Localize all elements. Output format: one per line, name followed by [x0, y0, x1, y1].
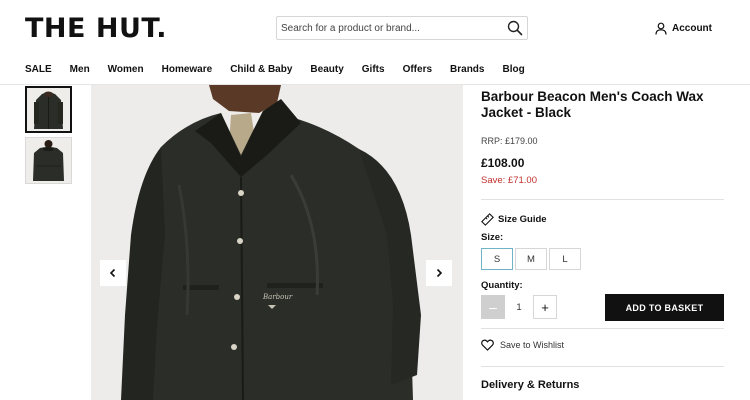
- svg-text:Barbour: Barbour: [262, 293, 293, 301]
- nav-item-sale[interactable]: SALE: [25, 64, 52, 78]
- size-option-l[interactable]: L: [549, 248, 581, 270]
- jacket-back-thumbnail-image: [26, 138, 71, 183]
- quantity-label: Quantity:: [481, 280, 523, 291]
- product-title: Barbour Beacon Men's Coach Wax Jacket - …: [481, 89, 704, 120]
- add-to-basket-button[interactable]: ADD TO BASKET: [605, 294, 724, 321]
- quantity-increase-button[interactable]: +: [533, 295, 557, 319]
- account-link[interactable]: Account: [655, 19, 712, 37]
- chevron-left-icon: [109, 268, 116, 278]
- wishlist-label: Save to Wishlist: [500, 340, 565, 350]
- site-logo[interactable]: THE HUT.: [25, 13, 167, 44]
- jacket-front-thumbnail-image: [27, 88, 70, 131]
- search-icon: [507, 20, 523, 36]
- search-bar: [276, 16, 528, 40]
- size-label: Size:: [481, 232, 504, 243]
- divider-bottom: [481, 366, 724, 367]
- heart-icon: [481, 339, 494, 351]
- nav-item-child-baby[interactable]: Child & Baby: [230, 64, 292, 78]
- previous-image-button[interactable]: [100, 260, 126, 286]
- account-label: Account: [672, 22, 712, 34]
- size-option-s[interactable]: S: [481, 248, 513, 270]
- save-amount: Save: £71.00: [481, 175, 537, 186]
- product-main-image: Barbour: [91, 85, 463, 400]
- product-info: Barbour Beacon Men's Coach Wax Jacket - …: [481, 89, 725, 121]
- nav-item-men[interactable]: Men: [70, 64, 90, 78]
- divider-mid: [481, 328, 724, 329]
- nav-item-beauty[interactable]: Beauty: [310, 64, 343, 78]
- size-guide-label: Size Guide: [498, 214, 547, 225]
- quantity-decrease-button[interactable]: –: [481, 295, 505, 319]
- next-image-button[interactable]: [426, 260, 452, 286]
- size-option-m[interactable]: M: [515, 248, 547, 270]
- divider-top: [481, 199, 724, 200]
- nav-item-gifts[interactable]: Gifts: [362, 64, 385, 78]
- nav-item-offers[interactable]: Offers: [403, 64, 432, 78]
- nav-item-homeware[interactable]: Homeware: [162, 64, 213, 78]
- nav-item-blog[interactable]: Blog: [502, 64, 524, 78]
- jacket-model-image: Barbour: [91, 85, 463, 400]
- thumbnail-2[interactable]: [25, 137, 72, 184]
- size-guide-link[interactable]: Size Guide: [481, 213, 547, 226]
- chevron-right-icon: [436, 268, 443, 278]
- ruler-icon: [481, 213, 494, 226]
- save-to-wishlist-link[interactable]: Save to Wishlist: [481, 339, 564, 351]
- search-button[interactable]: [506, 19, 524, 37]
- nav-item-women[interactable]: Women: [108, 64, 144, 78]
- thumbnail-1[interactable]: [25, 86, 72, 133]
- rrp-price: RRP: £179.00: [481, 136, 538, 146]
- search-input[interactable]: [281, 19, 501, 37]
- user-icon: [655, 22, 667, 35]
- current-price: £108.00: [481, 156, 525, 170]
- quantity-value[interactable]: 1: [508, 295, 530, 319]
- nav-item-brands[interactable]: Brands: [450, 64, 484, 78]
- delivery-returns-heading[interactable]: Delivery & Returns: [481, 379, 579, 391]
- main-nav: SALE Men Women Homeware Child & Baby Bea…: [25, 64, 543, 78]
- site-header: THE HUT. Account: [0, 0, 750, 56]
